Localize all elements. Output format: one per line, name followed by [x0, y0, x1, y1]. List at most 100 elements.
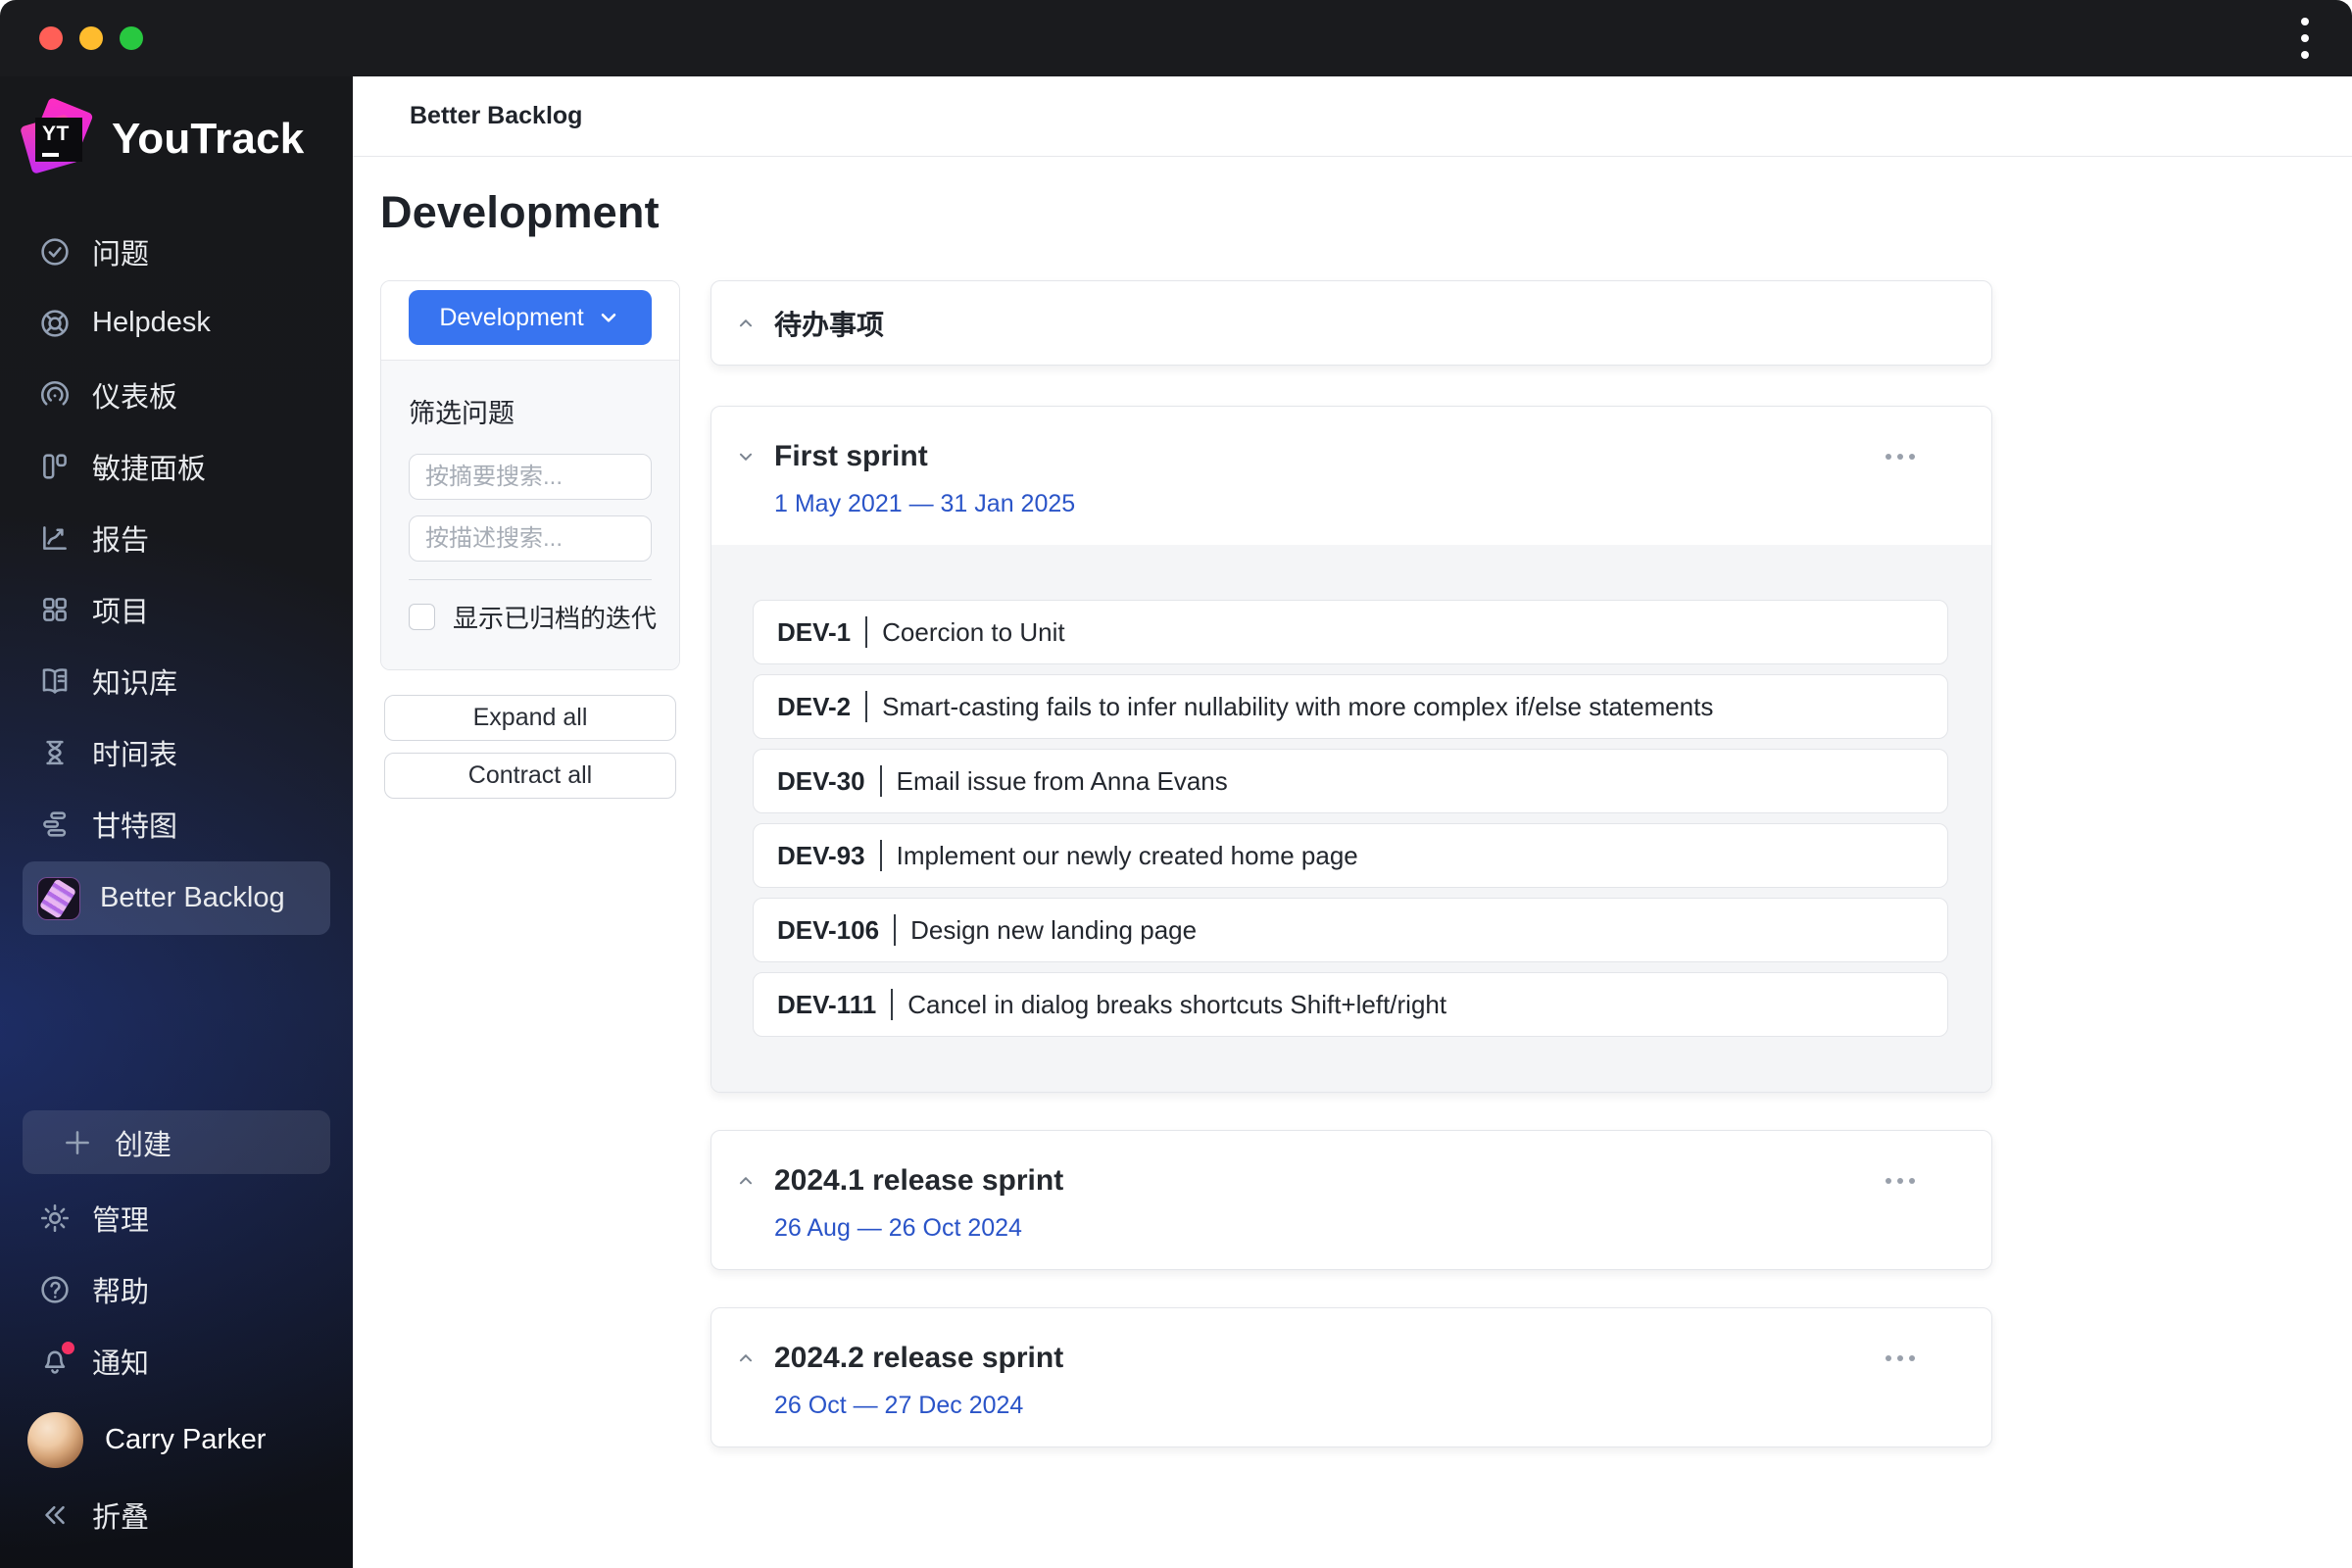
backlog-column: 待办事项 First sprint 1 May 2021 — 31 Jan 20… — [710, 280, 1992, 1485]
create-button[interactable]: 创建 — [23, 1110, 330, 1174]
question-circle-icon — [37, 1272, 73, 1307]
issue-row[interactable]: DEV-2 Smart-casting fails to infer nullab… — [753, 674, 1948, 739]
breadcrumb-title: Better Backlog — [410, 102, 583, 129]
project-selector-label: Development — [439, 303, 584, 331]
user-name: Carry Parker — [105, 1423, 267, 1455]
issue-separator — [865, 616, 868, 648]
sidebar-item-label: 甘特图 — [92, 810, 178, 843]
sidebar-item-label: 敏捷面板 — [92, 453, 207, 485]
double-chevron-left-icon — [37, 1497, 73, 1533]
expand-all-button[interactable]: Expand all — [384, 695, 676, 741]
sidebar-collapse-button[interactable]: 折叠 — [0, 1479, 353, 1550]
issue-title: Cancel in dialog breaks shortcuts Shift+… — [907, 989, 1447, 1019]
filter-issues-label: 筛选问题 — [409, 399, 514, 428]
issue-separator — [879, 765, 882, 797]
issue-title: Design new landing page — [910, 914, 1198, 945]
knowledge-book-icon — [37, 663, 73, 699]
user-menu[interactable]: Carry Parker — [0, 1400, 353, 1479]
task-check-icon — [37, 234, 73, 270]
issue-row[interactable]: DEV-106 Design new landing page — [753, 898, 1948, 962]
gauge-icon — [37, 377, 73, 413]
gear-icon — [37, 1200, 73, 1236]
issue-row[interactable]: DEV-111 Cancel in dialog breaks shortcuts… — [753, 972, 1948, 1037]
chevron-up-icon[interactable] — [735, 313, 757, 334]
notification-badge — [62, 1341, 74, 1354]
main-content: Better Backlog Development Development 筛… — [353, 76, 2352, 1568]
issue-id: DEV-93 — [777, 840, 865, 870]
sidebar-item-label: 帮助 — [92, 1276, 150, 1308]
page-title: Development — [380, 187, 660, 237]
sprint-card-2024-2: 2024.2 release sprint 26 Oct — 27 Dec 20… — [710, 1307, 1992, 1447]
issue-id: DEV-30 — [777, 765, 865, 796]
app-window: YT YouTrack 问题 Helpdesk 仪表板 敏捷面板 报告 项目 知… — [0, 0, 2352, 1568]
sidebar-item-help[interactable]: 帮助 — [0, 1253, 353, 1325]
more-options-kebab-icon[interactable] — [2293, 10, 2317, 67]
sidebar-item-label: 仪表板 — [92, 381, 178, 414]
collapse-label: 折叠 — [92, 1501, 150, 1534]
issue-id: DEV-106 — [777, 914, 880, 945]
issue-separator — [865, 691, 868, 722]
issue-row[interactable]: DEV-1 Coercion to Unit — [753, 600, 1948, 664]
zoom-window-button[interactable] — [120, 26, 143, 50]
project-selector-button[interactable]: Development — [409, 290, 652, 345]
show-archived-checkbox[interactable] — [409, 604, 435, 630]
sidebar-item-administration[interactable]: 管理 — [0, 1182, 353, 1253]
sprint-dates-link[interactable]: 26 Aug — 26 Oct 2024 — [774, 1214, 1022, 1243]
backlog-section-title: 待办事项 — [774, 309, 885, 340]
sprint-kebab-icon[interactable] — [1880, 1172, 1921, 1190]
sidebar-item-label: Better Backlog — [100, 882, 285, 913]
sidebar-item-label: 报告 — [92, 524, 150, 557]
window-titlebar — [0, 0, 2352, 76]
issue-row[interactable]: DEV-93 Implement our newly created home p… — [753, 823, 1948, 888]
youtrack-logo: YT YouTrack — [20, 96, 353, 176]
divider — [409, 579, 652, 580]
sprint-dates-link[interactable]: 26 Oct — 27 Dec 2024 — [774, 1392, 1023, 1420]
sidebar-item-label: Helpdesk — [92, 307, 211, 338]
chevron-up-icon[interactable] — [735, 1348, 757, 1369]
sprint-dates-link[interactable]: 1 May 2021 — 31 Jan 2025 — [774, 490, 1075, 518]
report-chart-icon — [37, 520, 73, 556]
issue-id: DEV-111 — [777, 989, 877, 1019]
sidebar-item-knowledge-base[interactable]: 知识库 — [0, 645, 353, 716]
sidebar-item-gantt[interactable]: 甘特图 — [0, 788, 353, 859]
sprint-title: First sprint — [774, 440, 928, 472]
sidebar-item-label: 通知 — [92, 1348, 150, 1380]
sidebar-item-issues[interactable]: 问题 — [0, 216, 353, 287]
sidebar-item-notifications[interactable]: 通知 — [0, 1325, 353, 1396]
sidebar-item-timesheets[interactable]: 时间表 — [0, 716, 353, 788]
chevron-down-icon[interactable] — [735, 446, 757, 467]
issue-row[interactable]: DEV-30 Email issue from Anna Evans — [753, 749, 1948, 813]
sidebar-item-dashboards[interactable]: 仪表板 — [0, 359, 353, 430]
issue-title: Email issue from Anna Evans — [896, 765, 1228, 796]
issue-title: Coercion to Unit — [882, 616, 1065, 647]
plus-icon — [60, 1125, 95, 1160]
projects-grid-icon — [37, 592, 73, 627]
main-header: Better Backlog — [353, 76, 2352, 157]
minimize-window-button[interactable] — [79, 26, 103, 50]
show-archived-checkbox-row[interactable]: 显示已归档的迭代 — [409, 599, 657, 635]
sidebar-item-helpdesk[interactable]: Helpdesk — [0, 287, 353, 359]
sidebar-item-label: 管理 — [92, 1204, 150, 1237]
chevron-down-icon — [601, 313, 615, 322]
logo-monogram: YT — [42, 122, 70, 145]
create-button-label: 创建 — [115, 1129, 172, 1161]
contract-all-button[interactable]: Contract all — [384, 753, 676, 799]
close-window-button[interactable] — [39, 26, 63, 50]
chevron-up-icon[interactable] — [735, 1170, 757, 1192]
sidebar-item-projects[interactable]: 项目 — [0, 573, 353, 645]
logo-wordmark: YouTrack — [112, 115, 305, 163]
sidebar-item-reports[interactable]: 报告 — [0, 502, 353, 573]
sidebar-item-label: 时间表 — [92, 739, 178, 771]
issue-separator — [894, 914, 897, 946]
show-archived-label: 显示已归档的迭代 — [453, 604, 658, 633]
sprint-card-first-sprint: First sprint 1 May 2021 — 31 Jan 2025 DE… — [710, 406, 1992, 1093]
sprint-kebab-icon[interactable] — [1880, 448, 1921, 466]
sprint-kebab-icon[interactable] — [1880, 1349, 1921, 1367]
sprint-card-2024-1: 2024.1 release sprint 26 Aug — 26 Oct 20… — [710, 1130, 1992, 1270]
summary-search-input[interactable] — [409, 454, 652, 500]
description-search-input[interactable] — [409, 515, 652, 562]
sidebar-item-label: 项目 — [92, 596, 150, 628]
sidebar-item-better-backlog[interactable]: Better Backlog — [23, 861, 330, 935]
sidebar-item-agile-boards[interactable]: 敏捷面板 — [0, 430, 353, 502]
lifebuoy-icon — [37, 306, 73, 341]
